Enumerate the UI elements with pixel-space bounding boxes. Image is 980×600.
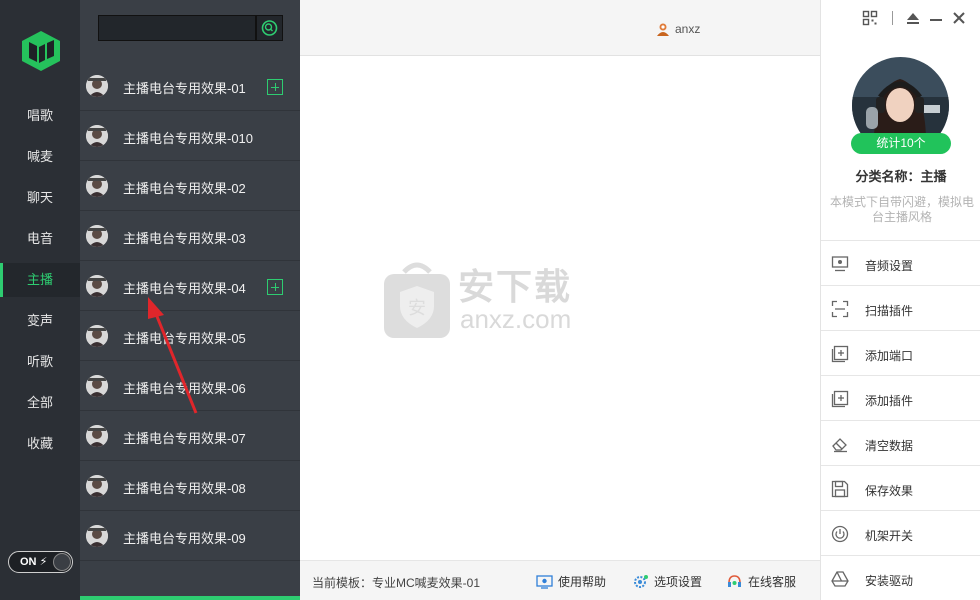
menu-label: 音频设置 <box>865 259 914 273</box>
list-item-label: 主播电台专用效果-07 <box>123 431 246 446</box>
power-toggle[interactable]: ON ⚡ <box>8 551 73 573</box>
add-port-icon <box>831 345 849 363</box>
menu-label: 扫描插件 <box>865 304 914 318</box>
menu-rack-switch[interactable]: 机架开关 <box>821 511 980 556</box>
category-name: 分类名称：主播 <box>855 169 947 184</box>
action-menu: 音频设置 扫描插件 添加端口 添加插件 清空数据 保存效果 机架开关 安装驱动 <box>821 240 980 600</box>
watermark: 安 安下载 anxz.com <box>382 260 612 340</box>
avatar <box>86 375 108 397</box>
search-icon <box>261 20 278 36</box>
list-item-label: 主播电台专用效果-09 <box>123 531 246 546</box>
avatar <box>86 475 108 497</box>
watermark-text-cn: 安下载 <box>458 266 573 307</box>
grid-icon[interactable] <box>862 10 878 26</box>
help-icon <box>536 574 553 589</box>
options-link[interactable]: 选项设置 <box>632 572 702 590</box>
add-favorite-button[interactable] <box>267 79 283 95</box>
nav-item-voice-change[interactable]: 变声 <box>0 304 80 338</box>
status-bar: 当前模板：专业MC喊麦效果-01 使用帮助 选项设置 在线客服 <box>300 560 820 600</box>
list-item-label: 主播电台专用效果-02 <box>123 181 246 196</box>
search-input[interactable] <box>98 15 256 41</box>
monitor-icon <box>831 256 849 272</box>
menu-audio-settings[interactable]: 音频设置 <box>821 241 980 286</box>
user-info[interactable]: anxz <box>656 21 700 37</box>
nav-item-favorites[interactable]: 收藏 <box>0 427 80 461</box>
list-item-label: 主播电台专用效果-010 <box>123 131 254 146</box>
avatar <box>86 275 108 297</box>
list-item[interactable]: 主播电台专用效果-010 <box>80 111 300 161</box>
current-template-label: 当前模板：专业MC喊麦效果-01 <box>312 576 481 590</box>
eraser-icon <box>832 438 847 453</box>
settings-icon <box>634 574 648 588</box>
power-icon <box>831 525 849 543</box>
menu-label: 添加端口 <box>865 349 914 363</box>
support-link[interactable]: 在线客服 <box>726 572 796 590</box>
list-item[interactable]: 主播电台专用效果-09 <box>80 511 300 561</box>
list-item[interactable]: 主播电台专用效果-03 <box>80 211 300 261</box>
scan-icon <box>831 300 849 318</box>
nav-item-sing[interactable]: 唱歌 <box>0 99 80 133</box>
nav-item-listen[interactable]: 听歌 <box>0 345 80 379</box>
category-description: 本模式下自带闪避，模拟电台主播风格 <box>829 195 974 224</box>
watermark-text-en: anxz.com <box>460 304 572 334</box>
avatar <box>86 425 108 447</box>
help-link[interactable]: 使用帮助 <box>536 572 606 590</box>
minimize-icon[interactable] <box>928 10 944 26</box>
title-separator <box>892 11 893 25</box>
drive-icon <box>831 571 849 587</box>
top-bar: anxz <box>300 0 820 56</box>
menu-add-plugin[interactable]: 添加插件 <box>821 376 980 421</box>
collapse-icon[interactable] <box>905 10 921 26</box>
add-plugin-icon <box>831 390 849 408</box>
avatar <box>86 225 108 247</box>
menu-add-port[interactable]: 添加端口 <box>821 331 980 376</box>
menu-label: 添加插件 <box>865 394 914 408</box>
left-nav: 唱歌 喊麦 聊天 电音 主播 变声 听歌 全部 收藏 ON ⚡ <box>0 0 80 600</box>
annotation-arrow <box>148 297 198 414</box>
lightning-icon: ⚡ <box>39 556 48 568</box>
menu-label: 机架开关 <box>865 529 914 543</box>
list-item[interactable]: 主播电台专用效果-02 <box>80 161 300 211</box>
watermark-shield-icon: 安 <box>384 262 450 338</box>
search-button[interactable] <box>256 15 283 41</box>
menu-scan-plugins[interactable]: 扫描插件 <box>821 286 980 331</box>
app-logo <box>22 31 60 71</box>
avatar <box>86 525 108 547</box>
list-item-label: 主播电台专用效果-03 <box>123 231 246 246</box>
username: anxz <box>675 22 701 36</box>
user-avatar-icon <box>657 23 669 36</box>
menu-clear-data[interactable]: 清空数据 <box>821 421 980 466</box>
headset-icon <box>728 574 741 587</box>
list-item-label: 主播电台专用效果-01 <box>123 81 246 96</box>
avatar <box>86 125 108 147</box>
svg-text:安: 安 <box>408 298 426 319</box>
main-content: 安 安下载 anxz.com <box>300 57 820 560</box>
close-icon[interactable] <box>951 10 967 26</box>
nav-item-edm[interactable]: 电音 <box>0 222 80 256</box>
nav-item-all[interactable]: 全部 <box>0 386 80 420</box>
nav-item-chat[interactable]: 聊天 <box>0 181 80 215</box>
list-item-label: 主播电台专用效果-08 <box>123 481 246 496</box>
stat-badge: 统计10个 <box>851 133 951 154</box>
add-favorite-button[interactable] <box>267 279 283 295</box>
toggle-label: ON ⚡ <box>20 556 48 568</box>
list-item[interactable]: 主播电台专用效果-01 <box>80 61 300 111</box>
avatar <box>86 175 108 197</box>
nav-item-anchor[interactable]: 主播 <box>0 263 80 297</box>
save-icon <box>831 480 849 498</box>
menu-save-effect[interactable]: 保存效果 <box>821 466 980 511</box>
toggle-knob <box>53 553 71 571</box>
nav-item-shout[interactable]: 喊麦 <box>0 140 80 174</box>
avatar <box>86 75 108 97</box>
menu-label: 保存效果 <box>865 484 914 498</box>
list-item[interactable]: 主播电台专用效果-08 <box>80 461 300 511</box>
menu-install-driver[interactable]: 安装驱动 <box>821 556 980 600</box>
menu-label: 安装驱动 <box>865 574 914 588</box>
avatar <box>86 325 108 347</box>
right-panel: 统计10个 分类名称：主播 本模式下自带闪避，模拟电台主播风格 音频设置 扫描插… <box>820 0 980 600</box>
menu-label: 清空数据 <box>865 439 914 453</box>
